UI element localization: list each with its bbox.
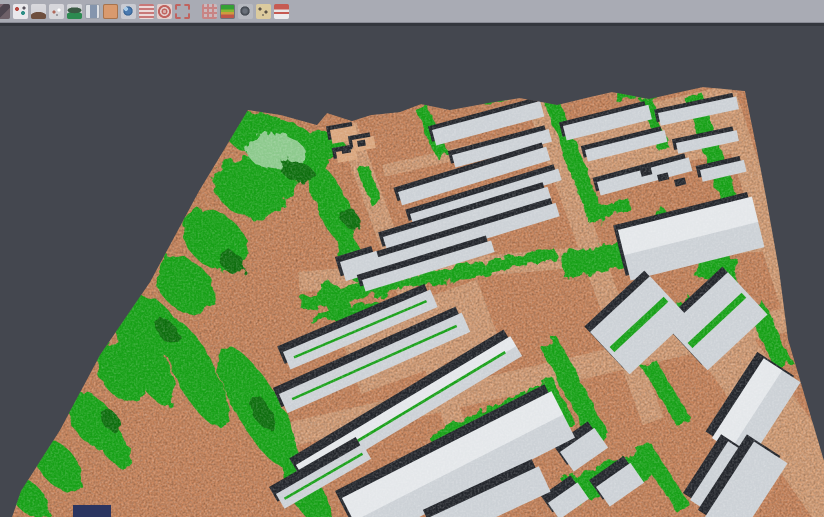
align-points-icon[interactable] (13, 4, 28, 19)
stamp-icon[interactable] (256, 4, 271, 19)
vertical-profile-icon[interactable] (85, 4, 100, 19)
sparse-points-icon[interactable] (49, 4, 64, 19)
ring-icon[interactable] (157, 4, 172, 19)
terrain-brown-icon[interactable] (31, 4, 46, 19)
3d-viewport[interactable] (0, 0, 824, 517)
stacked-layers-icon[interactable] (139, 4, 154, 19)
orange-square-icon[interactable] (103, 4, 118, 19)
cube-icon[interactable] (0, 4, 10, 19)
terrain-green-icon[interactable] (67, 4, 82, 19)
globe-icon[interactable] (121, 4, 136, 19)
bottom-blue-patch (73, 505, 111, 517)
red-flag-icon[interactable] (274, 4, 289, 19)
dark-sphere-icon[interactable] (238, 4, 253, 19)
crop-corners-icon[interactable] (175, 4, 190, 19)
color-scale-icon[interactable] (220, 4, 235, 19)
point-cloud-scene (0, 0, 824, 517)
red-grid-icon[interactable] (202, 4, 217, 19)
toolbar (0, 0, 824, 23)
toolbar-underline (0, 23, 824, 26)
